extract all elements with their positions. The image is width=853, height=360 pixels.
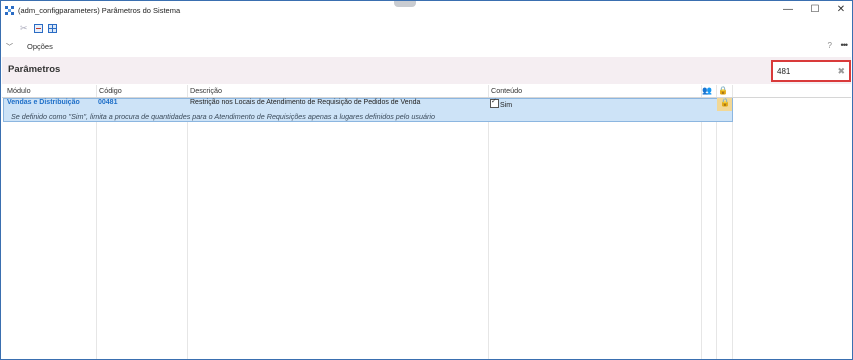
- column-divider: [488, 85, 489, 359]
- close-button[interactable]: ✕: [828, 3, 852, 17]
- users-icon[interactable]: 👥: [702, 86, 712, 95]
- cell-conteudo[interactable]: Sim: [490, 97, 513, 109]
- app-grid-icon: [5, 5, 14, 15]
- header-codigo[interactable]: Código: [99, 86, 122, 95]
- toolbar: ✂: [1, 21, 57, 35]
- row-hint: Se definido como "Sim", limita a procura…: [11, 112, 435, 121]
- search-box: ✖: [771, 60, 851, 82]
- grid-icon[interactable]: [48, 23, 57, 33]
- checkbox-icon[interactable]: [490, 97, 499, 108]
- search-input[interactable]: [777, 65, 827, 78]
- collapse-tab[interactable]: [394, 1, 416, 7]
- window-title: (adm_configparameters) Parâmetros do Sis…: [18, 5, 181, 15]
- header-descricao[interactable]: Descrição: [190, 86, 222, 95]
- title-bar: (adm_configparameters) Parâmetros do Sis…: [1, 1, 852, 19]
- calendar-icon[interactable]: [34, 23, 43, 33]
- lock-icon[interactable]: 🔒: [720, 98, 730, 107]
- cell-descricao: Restrição nos Locais de Atendimento de R…: [190, 99, 421, 106]
- parameters-grid: Módulo Código Descrição Conteúdo 👥 🔒 Ven…: [2, 85, 851, 359]
- maximize-button[interactable]: ☐: [802, 3, 828, 17]
- column-divider: [732, 85, 733, 359]
- column-divider: [701, 85, 702, 359]
- lock-header-icon[interactable]: 🔒: [718, 86, 728, 95]
- page-title: Parâmetros: [8, 64, 61, 75]
- app-window: (adm_configparameters) Parâmetros do Sis…: [0, 0, 853, 360]
- parameters-header-band: [2, 57, 851, 84]
- header-conteudo[interactable]: Conteúdo: [491, 86, 522, 95]
- cell-modulo[interactable]: Vendas e Distribuição: [7, 99, 80, 106]
- header-modulo[interactable]: Módulo: [7, 86, 31, 95]
- options-label[interactable]: Opções: [27, 42, 53, 51]
- more-icon[interactable]: •••: [841, 40, 849, 50]
- table-header: Módulo Código Descrição Conteúdo 👥 🔒: [2, 85, 851, 98]
- chevron-down-icon[interactable]: ﹀: [6, 42, 13, 52]
- scissors-icon[interactable]: ✂: [20, 23, 29, 33]
- column-divider: [716, 85, 717, 359]
- cell-codigo[interactable]: 00481: [98, 99, 117, 106]
- column-divider: [187, 85, 188, 359]
- column-divider: [96, 85, 97, 359]
- minimize-button[interactable]: —: [775, 3, 801, 17]
- options-row: ﹀ Opções: [1, 39, 852, 54]
- clear-search-icon[interactable]: ✖: [837, 65, 845, 78]
- conteudo-value: Sim: [500, 102, 513, 109]
- help-icon[interactable]: ?: [828, 41, 832, 50]
